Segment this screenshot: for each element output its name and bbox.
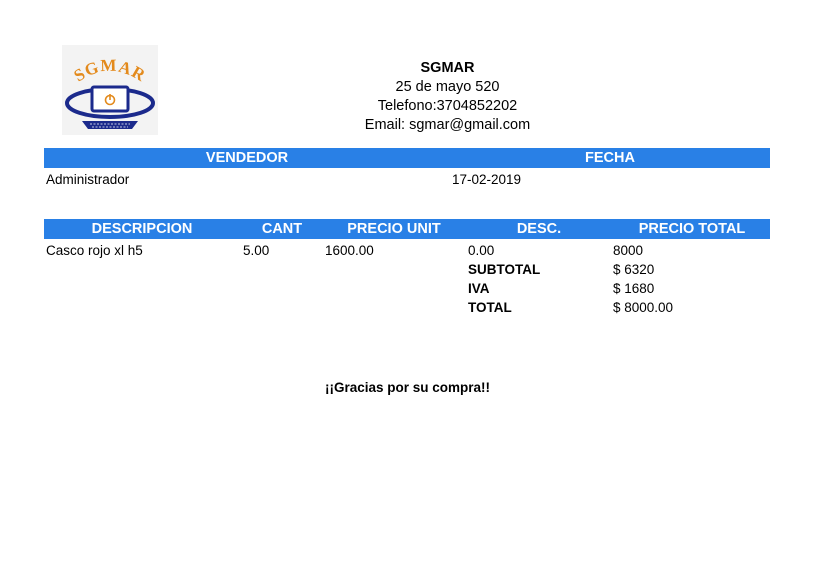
vendor-value: Administrador xyxy=(46,172,130,187)
column-header-descripcion: DESCRIPCION xyxy=(91,221,193,237)
item-cant: 5.00 xyxy=(243,243,270,258)
column-header-precio-unit: PRECIO UNIT xyxy=(347,221,441,237)
company-info: SGMAR 25 de mayo 520 Telefono:3704852202… xyxy=(300,59,595,135)
logo-graphic: SGMAR xyxy=(62,45,158,135)
column-header-fecha: FECHA xyxy=(585,150,635,166)
items-table-bar: DESCRIPCION CANT PRECIO UNIT DESC. PRECI… xyxy=(44,219,770,239)
item-precio-total: 8000 xyxy=(613,243,644,258)
subtotal-label: SUBTOTAL xyxy=(468,262,541,277)
column-header-desc: DESC. xyxy=(516,221,562,237)
total-value: $ 8000.00 xyxy=(613,300,674,315)
item-precio-unit: 1600.00 xyxy=(325,243,374,258)
company-email: Email: sgmar@gmail.com xyxy=(364,117,531,133)
column-header-precio-total: PRECIO TOTAL xyxy=(638,221,746,237)
company-name: SGMAR xyxy=(420,60,475,76)
thanks-message: ¡¡Gracias por su compra!! xyxy=(324,380,491,395)
total-label: TOTAL xyxy=(468,300,512,315)
date-value: 17-02-2019 xyxy=(452,172,522,187)
item-descripcion: Casco rojo xl h5 xyxy=(46,243,143,258)
company-logo: SGMAR xyxy=(62,45,158,135)
iva-value: $ 1680 xyxy=(613,281,655,296)
subtotal-value: $ 6320 xyxy=(613,262,655,277)
item-desc: 0.00 xyxy=(468,243,495,258)
iva-label: IVA xyxy=(468,281,490,296)
column-header-cant: CANT xyxy=(261,221,303,237)
header-table-bar: VENDEDOR FECHA xyxy=(44,148,770,168)
company-address: 25 de mayo 520 xyxy=(395,79,500,95)
column-header-vendedor: VENDEDOR xyxy=(205,150,289,166)
company-phone: Telefono:3704852202 xyxy=(377,98,518,114)
